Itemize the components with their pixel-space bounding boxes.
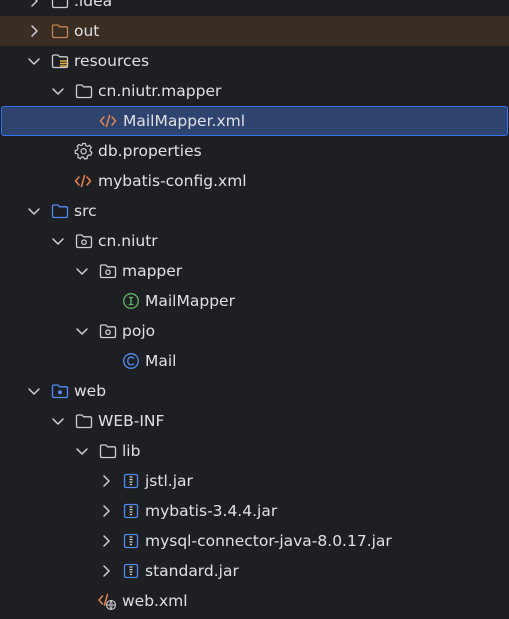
tree-row-mybatis-jar[interactable]: mybatis-3.4.4.jar [0,496,509,526]
folder-icon [74,411,94,431]
xml-file-icon [98,111,118,131]
chevron-down-icon[interactable] [48,81,68,101]
folder-icon [98,441,118,461]
web-module-folder-icon [50,381,70,401]
chevron-down-icon[interactable] [72,441,92,461]
jar-icon [121,561,141,581]
source-folder-icon [50,201,70,221]
tree-item-label: resources [74,52,150,70]
tree-row-mail-class[interactable]: Mail [0,346,509,376]
tree-row-mybatis-config-xml[interactable]: mybatis-config.xml [0,166,509,196]
folder-icon [50,0,70,11]
tree-item-label: WEB-INF [98,412,165,430]
chevron-down-icon[interactable] [48,411,68,431]
interface-icon [121,291,141,311]
tree-item-label: web [74,382,107,400]
resources-folder-icon [50,51,70,71]
tree-item-label: MailMapper [145,292,235,310]
tree-row-lib[interactable]: lib [0,436,509,466]
package-icon [98,321,118,341]
package-icon [98,261,118,281]
tree-item-label: Mail [145,352,177,370]
tree-row-resources[interactable]: resources [0,46,509,76]
chevron-down-icon[interactable] [72,261,92,281]
tree-item-label: cn.niutr.mapper [98,82,222,100]
chevron-right-icon[interactable] [24,21,44,41]
tree-row-out[interactable]: out [0,16,509,46]
jar-icon [121,471,141,491]
jar-icon [121,501,141,521]
tree-item-label: lib [122,442,141,460]
chevron-down-icon[interactable] [72,321,92,341]
tree-row-src[interactable]: src [0,196,509,226]
tree-row-mapper-package[interactable]: mapper [0,256,509,286]
tree-item-label: out [74,22,100,40]
tree-row-pojo-package[interactable]: pojo [0,316,509,346]
tree-item-label: web.xml [122,592,188,610]
xml-file-icon [73,171,93,191]
chevron-right-icon[interactable] [96,471,116,491]
tree-item-label: db.properties [98,142,202,160]
tree-item-label: MailMapper.xml [123,112,246,130]
tree-item-label: mysql-connector-java-8.0.17.jar [145,532,392,550]
tree-row-standard-jar[interactable]: standard.jar [0,556,509,586]
tree-row-mailmapper-xml[interactable]: MailMapper.xml [1,106,508,136]
tree-item-label: src [74,202,97,220]
folder-icon [74,81,94,101]
tree-row-jstl-jar[interactable]: jstl.jar [0,466,509,496]
tree-row-cn-niutr[interactable]: cn.niutr [0,226,509,256]
tree-item-label: mapper [122,262,183,280]
tree-item-label: standard.jar [145,562,239,580]
chevron-down-icon[interactable] [24,381,44,401]
chevron-right-icon[interactable] [96,531,116,551]
tree-row-web[interactable]: web [0,376,509,406]
tree-item-label: cn.niutr [98,232,158,250]
project-tree: .idea out resources cn.niutr.mapper Mail… [0,0,509,619]
chevron-down-icon[interactable] [48,231,68,251]
tree-row-idea[interactable]: .idea [0,0,509,16]
chevron-down-icon[interactable] [24,51,44,71]
tree-item-label: mybatis-3.4.4.jar [145,502,278,520]
web-xml-icon [97,591,117,611]
chevron-right-icon[interactable] [96,561,116,581]
tree-row-db-properties[interactable]: db.properties [0,136,509,166]
package-icon [74,231,94,251]
tree-row-web-inf[interactable]: WEB-INF [0,406,509,436]
tree-item-label: mybatis-config.xml [98,172,247,190]
tree-item-label: .idea [74,0,113,10]
tree-item-label: jstl.jar [145,472,193,490]
tree-row-cn-niutr-mapper[interactable]: cn.niutr.mapper [0,76,509,106]
tree-item-label: pojo [122,322,156,340]
tree-row-mailmapper-interface[interactable]: MailMapper [0,286,509,316]
chevron-down-icon[interactable] [24,201,44,221]
class-icon [121,351,141,371]
tree-row-mysql-connector-jar[interactable]: mysql-connector-java-8.0.17.jar [0,526,509,556]
jar-icon [121,531,141,551]
chevron-right-icon[interactable] [96,501,116,521]
gear-icon [74,141,94,161]
chevron-right-icon[interactable] [24,0,44,11]
excluded-folder-icon [50,21,70,41]
tree-row-web-xml[interactable]: web.xml [0,586,509,616]
